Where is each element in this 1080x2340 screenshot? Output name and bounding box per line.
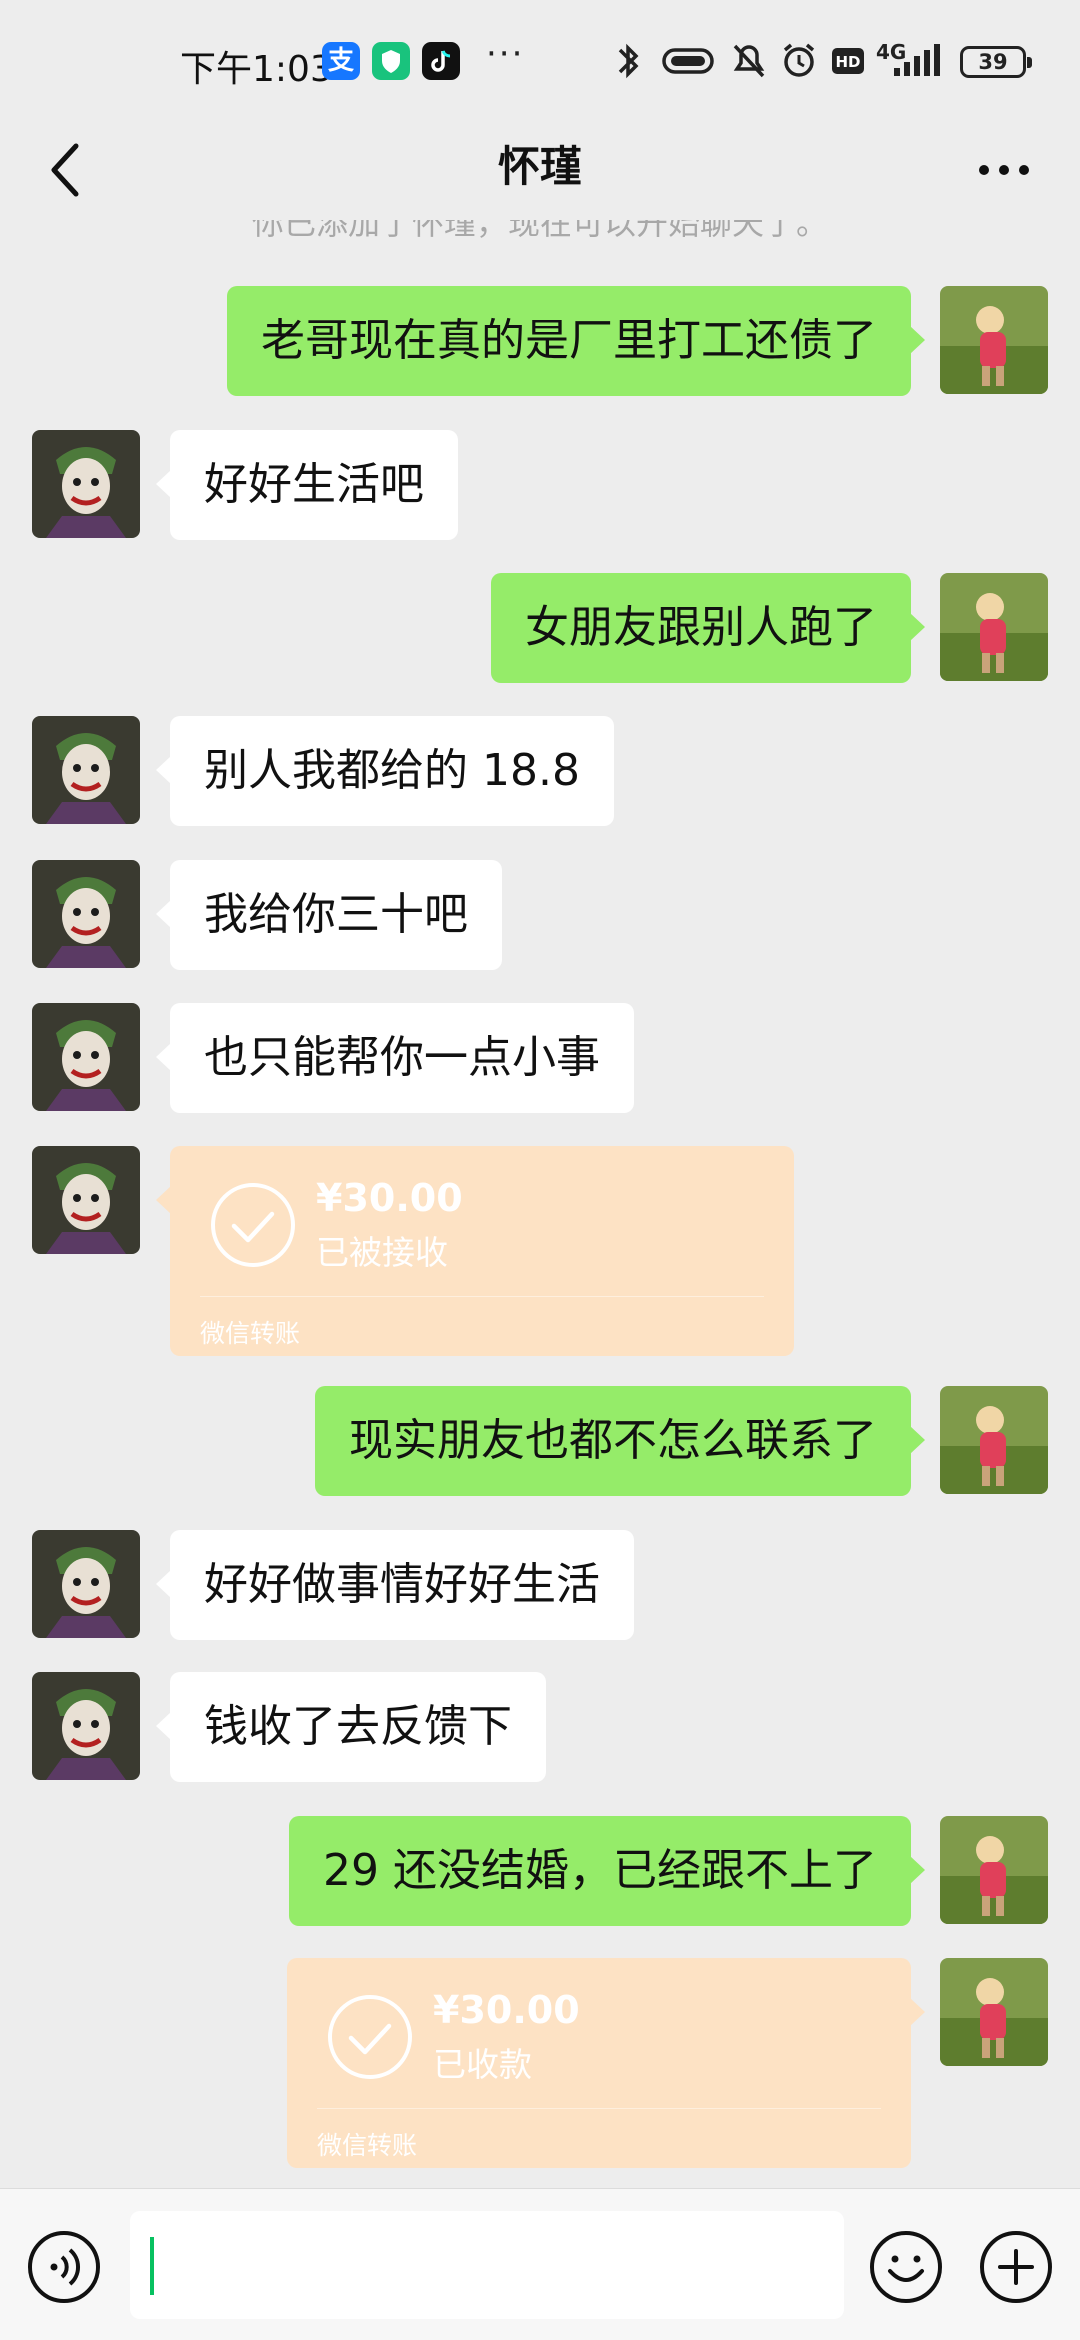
- message-bubble[interactable]: 29 还没结婚，已经跟不上了: [289, 1816, 925, 1926]
- status-more-dots: ···: [486, 34, 525, 74]
- message-bubble[interactable]: 钱收了去反馈下: [156, 1672, 546, 1782]
- transfer-status: 已收款: [433, 2045, 532, 2084]
- message-input[interactable]: [130, 2211, 844, 2319]
- voice-button[interactable]: [26, 2229, 102, 2305]
- message-bubble[interactable]: 我给你三十吧: [156, 860, 502, 970]
- emoji-button[interactable]: [868, 2229, 944, 2305]
- more-functions-button[interactable]: [978, 2229, 1054, 2305]
- transfer-card[interactable]: ¥30.00 已被接收 微信转账: [156, 1146, 794, 1356]
- message-bubble[interactable]: 好好做事情好好生活: [156, 1530, 634, 1640]
- transfer-amount: ¥30.00: [433, 1988, 580, 2032]
- message-list[interactable]: 你已添加了怀瑾，现在可以开始聊天了。 老哥现在真的是厂里打工还债了 好好生活吧 …: [0, 220, 1080, 2188]
- avatar-contact[interactable]: [32, 430, 140, 538]
- more-button[interactable]: [960, 130, 1050, 210]
- mute-icon: [733, 44, 765, 78]
- transfer-divider: [317, 2108, 881, 2109]
- shield-app-icon: [372, 42, 410, 80]
- alarm-icon: [783, 43, 815, 77]
- avatar-me[interactable]: [940, 1386, 1048, 1494]
- vibrate-icon: [662, 48, 714, 74]
- tiktok-icon: [422, 42, 460, 80]
- transfer-status: 已被接收: [316, 1233, 448, 1272]
- transfer-divider: [200, 1296, 764, 1297]
- avatar-contact[interactable]: [32, 716, 140, 824]
- signal-icon: [894, 44, 940, 76]
- text-cursor: [150, 2237, 154, 2295]
- battery-icon: 39: [960, 46, 1032, 78]
- bluetooth-icon: [618, 43, 639, 79]
- message-bubble[interactable]: 现实朋友也都不怎么联系了: [315, 1386, 925, 1496]
- status-bar: 下午1:03 支 ··· HD 4G 39: [0, 0, 1080, 120]
- hd-icon: HD: [832, 48, 864, 74]
- message-bubble[interactable]: 老哥现在真的是厂里打工还债了: [227, 286, 925, 396]
- transfer-label: 微信转账: [200, 1319, 301, 1348]
- avatar-contact[interactable]: [32, 1146, 140, 1254]
- avatar-contact[interactable]: [32, 1530, 140, 1638]
- message-bubble[interactable]: 好好生活吧: [156, 430, 458, 540]
- transfer-card[interactable]: ¥30.00 已收款 微信转账: [287, 1958, 925, 2168]
- avatar-contact[interactable]: [32, 1672, 140, 1780]
- message-bubble[interactable]: 女朋友跟别人跑了: [491, 573, 925, 683]
- check-circle-icon: [211, 1183, 295, 1267]
- input-bar: [0, 2188, 1080, 2340]
- chat-title: 怀瑾: [497, 142, 582, 191]
- avatar-me[interactable]: [940, 286, 1048, 394]
- transfer-label: 微信转账: [317, 2131, 418, 2160]
- svg-text:HD: HD: [835, 53, 860, 71]
- avatar-me[interactable]: [940, 1958, 1048, 2066]
- more-dots-icon: [979, 165, 1029, 175]
- avatar-contact[interactable]: [32, 860, 140, 968]
- transfer-amount: ¥30.00: [316, 1176, 463, 1220]
- system-note: 你已添加了怀瑾，现在可以开始聊天了。: [251, 220, 828, 242]
- check-circle-icon: [328, 1995, 412, 2079]
- avatar-contact[interactable]: [32, 1003, 140, 1111]
- emoji-icon: [870, 2231, 942, 2303]
- plus-icon: [980, 2231, 1052, 2303]
- voice-icon: [28, 2231, 100, 2303]
- message-bubble[interactable]: 别人我都给的 18.8: [156, 716, 614, 826]
- alipay-icon: 支: [322, 42, 360, 80]
- avatar-me[interactable]: [940, 1816, 1048, 1924]
- chat-header: 怀瑾: [0, 120, 1080, 220]
- avatar-me[interactable]: [940, 573, 1048, 681]
- message-bubble[interactable]: 也只能帮你一点小事: [156, 1003, 634, 1113]
- status-time: 下午1:03: [180, 49, 333, 90]
